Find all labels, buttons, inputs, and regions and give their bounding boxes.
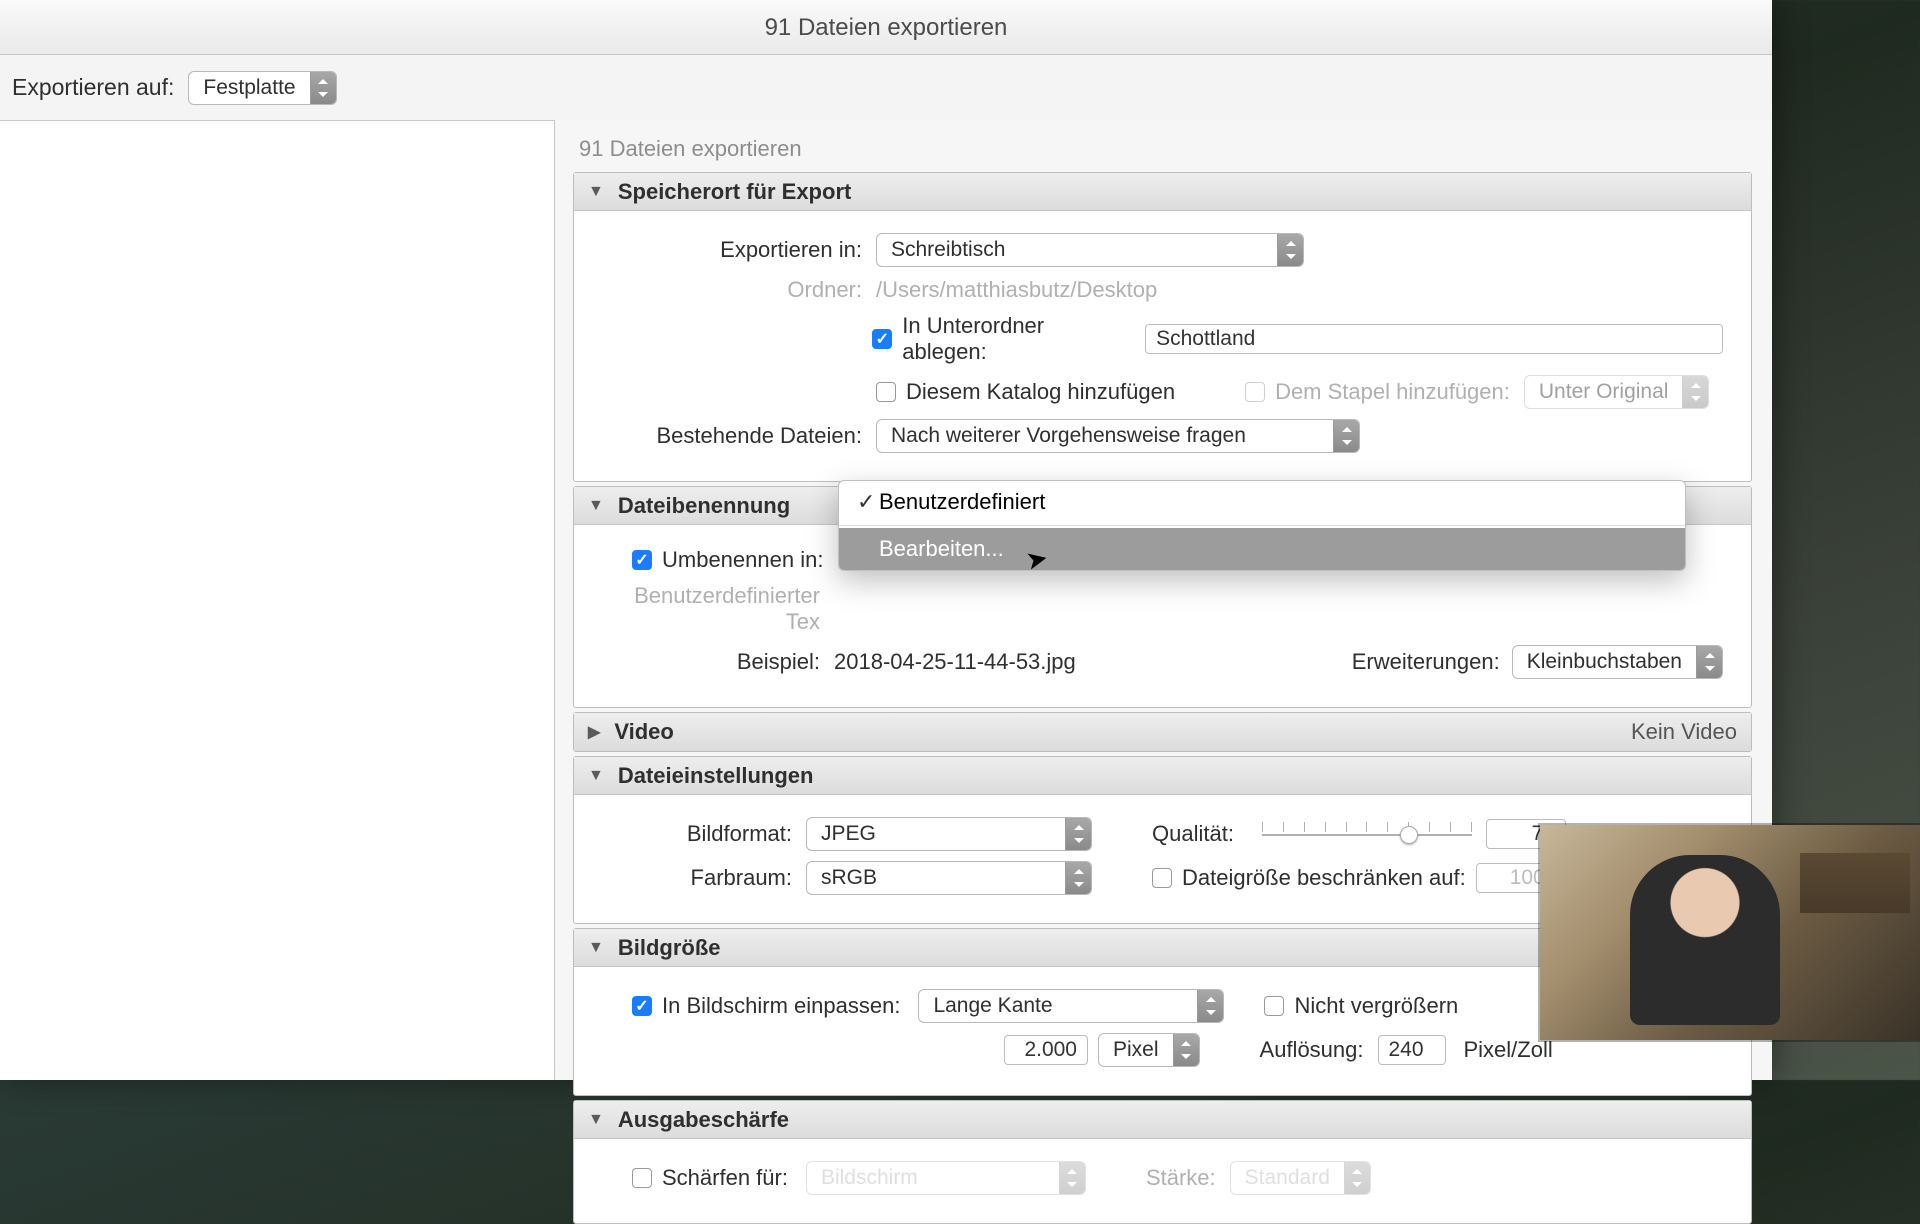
export-destination-select[interactable]: Festplatte xyxy=(188,71,336,105)
panel-header-sharpen[interactable]: ▼ Ausgabeschärfe xyxy=(574,1101,1751,1139)
fit-checkbox[interactable] xyxy=(632,996,652,1016)
dimension-unit-value: Pixel xyxy=(1099,1038,1173,1062)
panel-title-settings: Dateieinstellungen xyxy=(618,763,814,789)
custom-text-label: Benutzerdefinierter Tex xyxy=(602,583,820,635)
fit-mode-select[interactable]: Lange Kante xyxy=(918,989,1224,1023)
disclosure-down-icon: ▼ xyxy=(588,497,604,515)
sharpen-for-label: Schärfen für: xyxy=(662,1165,788,1191)
colorspace-label: Farbraum: xyxy=(602,865,792,891)
dont-enlarge-label: Nicht vergrößern xyxy=(1294,993,1458,1019)
panel-title-video: Video xyxy=(614,719,674,745)
sharpen-for-select: Bildschirm xyxy=(806,1161,1086,1195)
subfolder-input[interactable]: Schottland xyxy=(1145,324,1723,354)
stack-position-select: Unter Original xyxy=(1524,375,1710,409)
rename-template-menu[interactable]: ✓ Benutzerdefiniert Bearbeiten... xyxy=(838,480,1686,571)
menu-item-custom-label: Benutzerdefiniert xyxy=(879,489,1045,515)
export-destination-strip: Exportieren auf: Festplatte xyxy=(0,55,1772,120)
sharpen-checkbox[interactable] xyxy=(632,1168,652,1188)
main-subtitle: 91 Dateien exportieren xyxy=(579,136,1752,162)
panel-title-location: Speicherort für Export xyxy=(618,179,851,205)
rename-label: Umbenennen in: xyxy=(662,547,823,573)
resolution-input[interactable]: 240 xyxy=(1378,1035,1446,1065)
dont-enlarge-checkbox[interactable] xyxy=(1264,996,1284,1016)
panel-header-settings[interactable]: ▼ Dateieinstellungen xyxy=(574,757,1751,795)
resolution-unit: Pixel/Zoll xyxy=(1464,1037,1553,1063)
example-label: Beispiel: xyxy=(602,649,820,675)
quality-slider[interactable] xyxy=(1262,822,1472,846)
existing-files-label: Bestehende Dateien: xyxy=(602,423,862,449)
existing-files-value: Nach weiterer Vorgehensweise fragen xyxy=(877,424,1333,448)
panel-title-naming: Dateibenennung xyxy=(618,493,790,519)
menu-item-edit-label: Bearbeiten... xyxy=(879,536,1004,562)
chevrons-icon xyxy=(1059,1162,1085,1194)
resolution-label: Auflösung: xyxy=(1260,1037,1364,1063)
chevrons-icon xyxy=(1344,1162,1370,1194)
strength-label: Stärke: xyxy=(1146,1165,1216,1191)
format-select[interactable]: JPEG xyxy=(806,817,1092,851)
rename-checkbox[interactable] xyxy=(632,550,652,570)
chevrons-icon xyxy=(1197,990,1223,1022)
limit-filesize-label: Dateigröße beschränken auf: xyxy=(1182,865,1466,891)
preset-sidebar[interactable] xyxy=(0,120,555,1080)
export-in-value: Schreibtisch xyxy=(877,238,1277,262)
add-to-stack-label: Dem Stapel hinzufügen: xyxy=(1275,379,1510,405)
panel-title-size: Bildgröße xyxy=(618,935,721,961)
export-in-select[interactable]: Schreibtisch xyxy=(876,233,1304,267)
menu-item-edit[interactable]: Bearbeiten... xyxy=(839,528,1685,570)
format-value: JPEG xyxy=(807,822,1065,846)
chevrons-icon xyxy=(1277,234,1303,266)
menu-item-custom[interactable]: ✓ Benutzerdefiniert xyxy=(839,481,1685,523)
menu-separator xyxy=(839,525,1685,526)
disclosure-down-icon: ▼ xyxy=(588,1111,604,1129)
chevrons-icon xyxy=(1333,420,1359,452)
folder-path: /Users/matthiasbutz/Desktop xyxy=(876,277,1157,303)
webcam-overlay xyxy=(1540,825,1920,1040)
video-none-label: Kein Video xyxy=(1631,719,1737,745)
example-value: 2018-04-25-11-44-53.jpg xyxy=(834,649,1076,675)
chevrons-icon xyxy=(1065,818,1091,850)
export-destination-value: Festplatte xyxy=(189,76,309,100)
subfolder-checkbox[interactable] xyxy=(872,329,892,349)
slider-knob[interactable] xyxy=(1400,826,1418,844)
dimension-unit-select[interactable]: Pixel xyxy=(1098,1033,1200,1067)
strength-select: Standard xyxy=(1230,1161,1371,1195)
format-label: Bildformat: xyxy=(602,821,792,847)
chevrons-icon xyxy=(310,72,336,104)
panel-header-video[interactable]: ▶ Video Kein Video xyxy=(574,713,1751,751)
chevrons-icon xyxy=(1696,646,1722,678)
stack-position-value: Unter Original xyxy=(1525,380,1683,404)
fit-label: In Bildschirm einpassen: xyxy=(662,993,900,1019)
extensions-value: Kleinbuchstaben xyxy=(1513,650,1696,674)
extensions-select[interactable]: Kleinbuchstaben xyxy=(1512,645,1723,679)
subfolder-label: In Unterordner ablegen: xyxy=(902,313,1131,365)
dimension-input[interactable]: 2.000 xyxy=(1004,1035,1088,1065)
colorspace-value: sRGB xyxy=(807,866,1065,890)
quality-label: Qualität: xyxy=(1152,821,1234,847)
existing-files-select[interactable]: Nach weiterer Vorgehensweise fragen xyxy=(876,419,1360,453)
panel-title-sharpen: Ausgabeschärfe xyxy=(618,1107,789,1133)
export-in-label: Exportieren in: xyxy=(602,237,862,263)
disclosure-right-icon: ▶ xyxy=(588,722,600,742)
chevrons-icon xyxy=(1173,1034,1199,1066)
add-to-stack-checkbox xyxy=(1245,382,1265,402)
disclosure-down-icon: ▼ xyxy=(588,183,604,201)
panel-export-location: ▼ Speicherort für Export Exportieren in:… xyxy=(573,172,1752,482)
folder-label: Ordner: xyxy=(602,277,862,303)
panel-video: ▶ Video Kein Video xyxy=(573,712,1752,752)
limit-filesize-checkbox[interactable] xyxy=(1152,868,1172,888)
add-to-catalog-checkbox[interactable] xyxy=(876,382,896,402)
fit-mode-value: Lange Kante xyxy=(919,994,1197,1018)
colorspace-select[interactable]: sRGB xyxy=(806,861,1092,895)
chevrons-icon xyxy=(1682,376,1708,408)
disclosure-down-icon: ▼ xyxy=(588,939,604,957)
checkmark-icon: ✓ xyxy=(857,489,879,515)
extensions-label: Erweiterungen: xyxy=(1352,649,1500,675)
export-destination-label: Exportieren auf: xyxy=(12,74,174,101)
chevrons-icon xyxy=(1065,862,1091,894)
disclosure-down-icon: ▼ xyxy=(588,767,604,785)
panel-header-location[interactable]: ▼ Speicherort für Export xyxy=(574,173,1751,211)
window-title: 91 Dateien exportieren xyxy=(0,0,1772,55)
add-to-catalog-label: Diesem Katalog hinzufügen xyxy=(906,379,1175,405)
panel-output-sharpening: ▼ Ausgabeschärfe Schärfen für: Bildschir… xyxy=(573,1100,1752,1224)
